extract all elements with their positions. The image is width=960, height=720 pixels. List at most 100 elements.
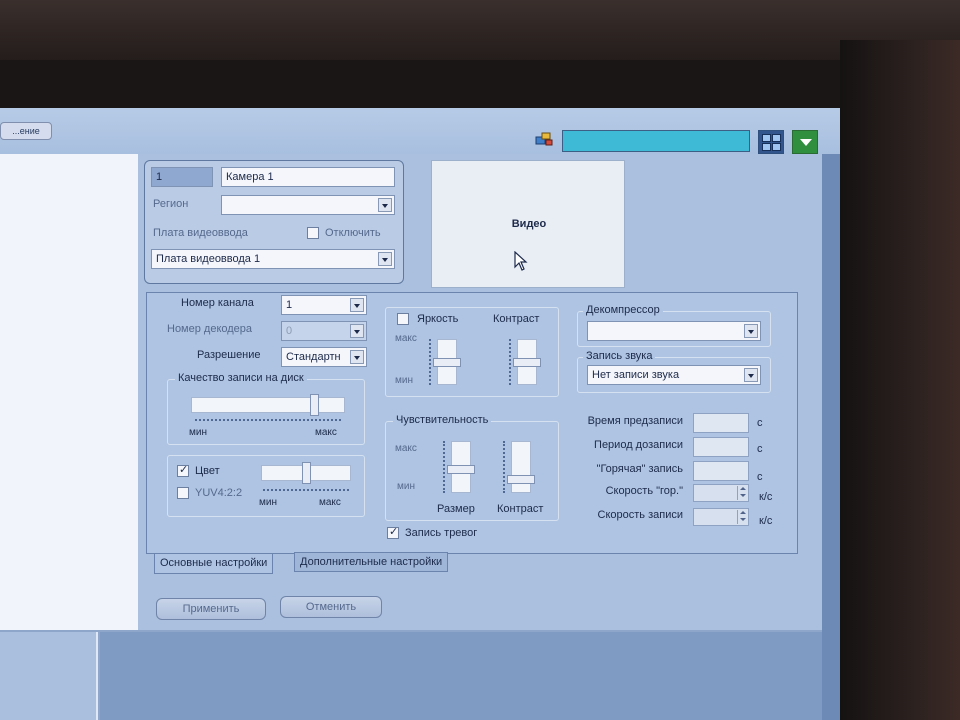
tab-additional-settings[interactable]: Дополнительные настройки [294, 552, 449, 572]
color-max-label: макс [319, 497, 341, 508]
camera-name-field[interactable]: Камера 1 [221, 167, 395, 187]
bottom-area [100, 632, 822, 720]
capture-board-select[interactable]: Плата видеоввода 1 [151, 249, 395, 269]
brightness-contrast-label: Контраст [493, 313, 540, 325]
tab-main-settings[interactable]: Основные настройки [154, 554, 274, 574]
decoder-number-value: 0 [286, 325, 293, 337]
hot-record-unit: с [757, 471, 763, 483]
sens-contrast-slider-track[interactable] [511, 441, 531, 493]
quality-title: Качество записи на диск [175, 372, 307, 384]
color-label: Цвет [195, 465, 220, 477]
capture-board-value: Плата видеоввода 1 [156, 253, 261, 265]
brightness-max-label: макс [395, 333, 417, 344]
left-sidebar [0, 154, 138, 630]
screen: ...ение 1 Камера 1 Регион Плата видеовво… [0, 108, 840, 720]
video-preview[interactable]: Видео [431, 160, 625, 288]
chevron-down-icon [378, 198, 392, 212]
sound-select[interactable]: Нет записи звука [587, 365, 761, 385]
size-slider-thumb[interactable] [447, 464, 475, 474]
spin-down-icon[interactable] [737, 493, 747, 500]
camera-settings-panel: 1 Камера 1 Регион Плата видеоввода Отклю… [138, 154, 822, 630]
disable-checkbox[interactable] [307, 227, 319, 239]
decoder-number-select[interactable]: 0 [281, 321, 367, 341]
resolution-label: Разрешение [197, 349, 261, 361]
prerecord-unit: с [757, 417, 763, 429]
minimize-arrow-icon[interactable] [792, 130, 818, 154]
brightness-checkbox[interactable] [397, 313, 409, 325]
alarm-record-checkbox[interactable] [387, 525, 399, 539]
prerecord-label: Время предзаписи [587, 415, 683, 427]
resolution-select[interactable]: Стандартн [281, 347, 367, 367]
brightness-min-label: мин [395, 375, 413, 386]
chevron-down-icon [350, 324, 364, 338]
sensitivity-min-label: мин [397, 481, 415, 492]
cursor-arrow-icon [514, 250, 528, 274]
decompressor-title: Декомпрессор [583, 304, 663, 316]
postrecord-unit: с [757, 443, 763, 455]
prerecord-field[interactable] [693, 413, 749, 433]
right-strip [822, 154, 840, 720]
chevron-down-icon [350, 298, 364, 312]
spin-down-icon[interactable] [737, 517, 747, 524]
quality-slider-track[interactable] [191, 397, 345, 413]
spin-up-icon[interactable] [737, 486, 747, 493]
color-checkbox[interactable] [177, 463, 189, 477]
postrecord-field[interactable] [693, 437, 749, 457]
color-min-label: мин [259, 497, 277, 508]
settings-tab-content: Номер канала 1 Номер декодера 0 Разрешен… [146, 292, 798, 554]
topbar-left-button[interactable]: ...ение [0, 122, 52, 140]
record-speed-label: Скорость записи [597, 509, 683, 521]
alarm-record-label: Запись тревог [405, 527, 478, 539]
sensitivity-title: Чувствительность [393, 414, 492, 426]
camera-id-field[interactable]: 1 [151, 167, 213, 187]
region-select[interactable] [221, 195, 395, 215]
yuv-label: YUV4:2:2 [195, 487, 243, 499]
size-label: Размер [437, 503, 475, 515]
channel-number-value: 1 [286, 299, 293, 311]
brightness-slider-thumb[interactable] [433, 357, 461, 367]
quality-slider-thumb[interactable] [309, 394, 319, 416]
region-label: Регион [153, 198, 189, 210]
video-label: Видео [511, 218, 547, 230]
apply-button[interactable]: Применить [156, 598, 266, 620]
chevron-down-icon [744, 324, 758, 338]
camera-box: 1 Камера 1 Регион Плата видеоввода Отклю… [144, 160, 404, 284]
hot-speed-spinner[interactable] [693, 484, 749, 502]
record-speed-spinner[interactable] [693, 508, 749, 526]
decompressor-select[interactable] [587, 321, 761, 341]
cancel-button[interactable]: Отменить [280, 596, 382, 618]
hot-record-field[interactable] [693, 461, 749, 481]
color-ticks [263, 489, 349, 491]
chevron-down-icon [378, 252, 392, 266]
top-bar: ...ение [0, 108, 840, 154]
sens-contrast-slider-thumb[interactable] [507, 475, 535, 485]
hot-record-label: "Горячая" запись [596, 463, 683, 475]
sound-value: Нет записи звука [592, 369, 680, 381]
spin-up-icon[interactable] [737, 510, 747, 517]
record-speed-unit: к/с [759, 515, 773, 527]
sensitivity-max-label: макс [395, 443, 417, 454]
brightness-label: Яркость [417, 313, 459, 325]
quality-min-label: мин [189, 427, 207, 438]
size-ticks [443, 441, 445, 493]
bottom-left-area [0, 632, 98, 720]
decoder-number-label: Номер декодера [167, 323, 253, 335]
status-field [562, 130, 750, 152]
sens-contrast-ticks [503, 441, 505, 493]
postrecord-label: Период дозаписи [594, 439, 683, 451]
color-slider-thumb[interactable] [301, 462, 311, 484]
brightness-ticks [429, 339, 431, 385]
resolution-value: Стандартн [286, 351, 341, 363]
monitor-bezel-right [840, 40, 960, 720]
sound-title: Запись звука [583, 350, 656, 362]
channel-number-select[interactable]: 1 [281, 295, 367, 315]
layout-grid-icon[interactable] [758, 130, 784, 154]
quality-max-label: макс [315, 427, 337, 438]
yuv-checkbox[interactable] [177, 487, 189, 499]
sens-contrast-label: Контраст [497, 503, 544, 515]
disable-label: Отключить [325, 227, 381, 239]
contrast-ticks [509, 339, 511, 385]
hot-speed-unit: к/с [759, 491, 773, 503]
contrast-slider-thumb[interactable] [513, 357, 541, 367]
channel-number-label: Номер канала [181, 297, 254, 309]
